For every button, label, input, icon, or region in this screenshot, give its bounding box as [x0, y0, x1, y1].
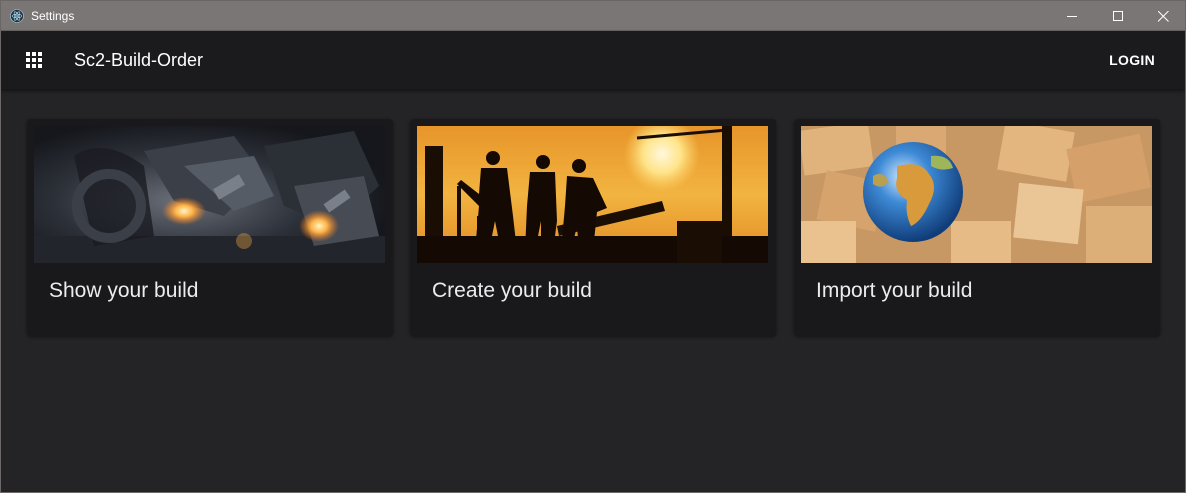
minimize-icon	[1066, 15, 1077, 17]
window-titlebar: Settings	[0, 0, 1186, 31]
apps-grid-icon	[26, 52, 42, 68]
import-build-card[interactable]: Import your build	[794, 119, 1160, 336]
create-build-card[interactable]: Create your build	[410, 119, 776, 336]
show-build-card[interactable]: Show your build	[27, 119, 393, 336]
card-title: Create your build	[432, 279, 592, 302]
maximize-icon	[1112, 10, 1123, 21]
window-title: Settings	[31, 9, 75, 23]
close-icon	[1157, 10, 1169, 22]
close-button[interactable]	[1140, 1, 1186, 31]
maximize-button[interactable]	[1095, 1, 1141, 31]
card-title: Import your build	[816, 279, 973, 302]
login-button[interactable]: LOGIN	[1097, 45, 1167, 75]
card-image-mechs	[34, 126, 385, 263]
minimize-button[interactable]	[1049, 1, 1095, 31]
card-image-workers	[417, 126, 768, 263]
card-title: Show your build	[49, 279, 199, 302]
card-image-globe-boxes	[801, 126, 1152, 263]
apps-menu-button[interactable]	[23, 49, 45, 71]
app-title: Sc2-Build-Order	[74, 50, 204, 70]
app-toolbar: Sc2-Build-Order LOGIN	[1, 31, 1185, 89]
electron-atom-icon	[10, 9, 24, 23]
window-border-left	[0, 31, 1, 493]
